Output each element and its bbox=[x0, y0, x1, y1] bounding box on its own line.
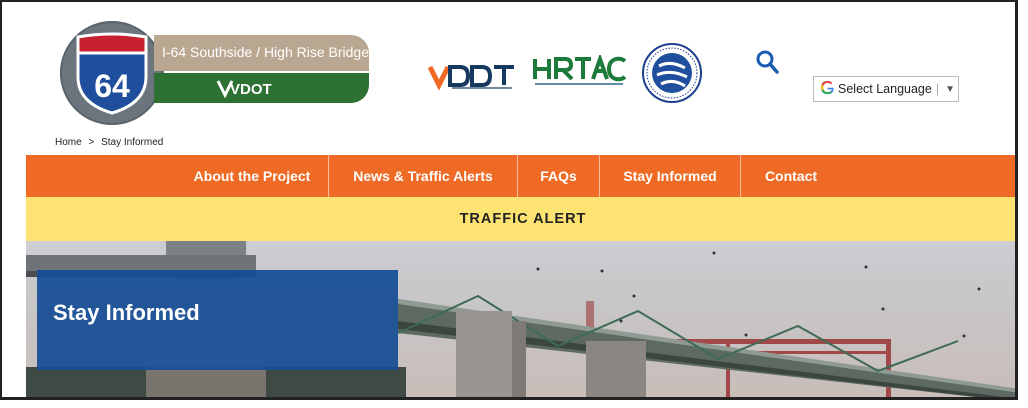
banner-vdot-logo: VDOT bbox=[216, 80, 272, 98]
google-g-icon bbox=[816, 80, 838, 99]
language-select[interactable]: Select Language | ▼ bbox=[813, 76, 959, 102]
traffic-alert-bar[interactable]: TRAFFIC ALERT bbox=[26, 197, 1015, 241]
language-select-divider: | bbox=[935, 82, 940, 96]
nav-item-contact[interactable]: Contact bbox=[741, 155, 841, 197]
hero-banner: Stay Informed bbox=[26, 241, 1015, 397]
usdot-seal-icon[interactable] bbox=[641, 42, 703, 104]
nav-item-stay-informed[interactable]: Stay Informed bbox=[600, 155, 741, 197]
nav-item-about-the-project[interactable]: About the Project bbox=[176, 155, 329, 197]
site-header: 64 I-64 Southside / High Rise Bridge VDO… bbox=[26, 9, 1015, 155]
language-select-label: Select Language bbox=[838, 82, 932, 96]
breadcrumb-separator: > bbox=[88, 137, 95, 148]
route-number: 64 bbox=[94, 68, 130, 104]
nav-item-faqs[interactable]: FAQs bbox=[518, 155, 600, 197]
interstate-shield-logo[interactable]: 64 bbox=[60, 21, 164, 125]
project-banner-title[interactable]: I-64 Southside / High Rise Bridge bbox=[154, 35, 369, 71]
page-title: Stay Informed bbox=[53, 300, 200, 325]
dropdown-arrow-icon: ▼ bbox=[945, 83, 955, 95]
browser-frame: 64 I-64 Southside / High Rise Bridge VDO… bbox=[0, 0, 1018, 400]
hrtac-logo[interactable] bbox=[531, 55, 627, 89]
search-icon[interactable] bbox=[755, 49, 779, 75]
vdot-logo[interactable] bbox=[428, 61, 514, 91]
page: 64 I-64 Southside / High Rise Bridge VDO… bbox=[26, 9, 1015, 397]
banner-vdot-text: VDOT bbox=[230, 81, 272, 98]
breadcrumb: Home > Stay Informed bbox=[55, 137, 163, 148]
nav-item-news-traffic-alerts[interactable]: News & Traffic Alerts bbox=[329, 155, 518, 197]
breadcrumb-current: Stay Informed bbox=[101, 137, 164, 148]
main-nav: About the Project News & Traffic Alerts … bbox=[26, 155, 1015, 197]
breadcrumb-home-link[interactable]: Home bbox=[55, 137, 82, 148]
